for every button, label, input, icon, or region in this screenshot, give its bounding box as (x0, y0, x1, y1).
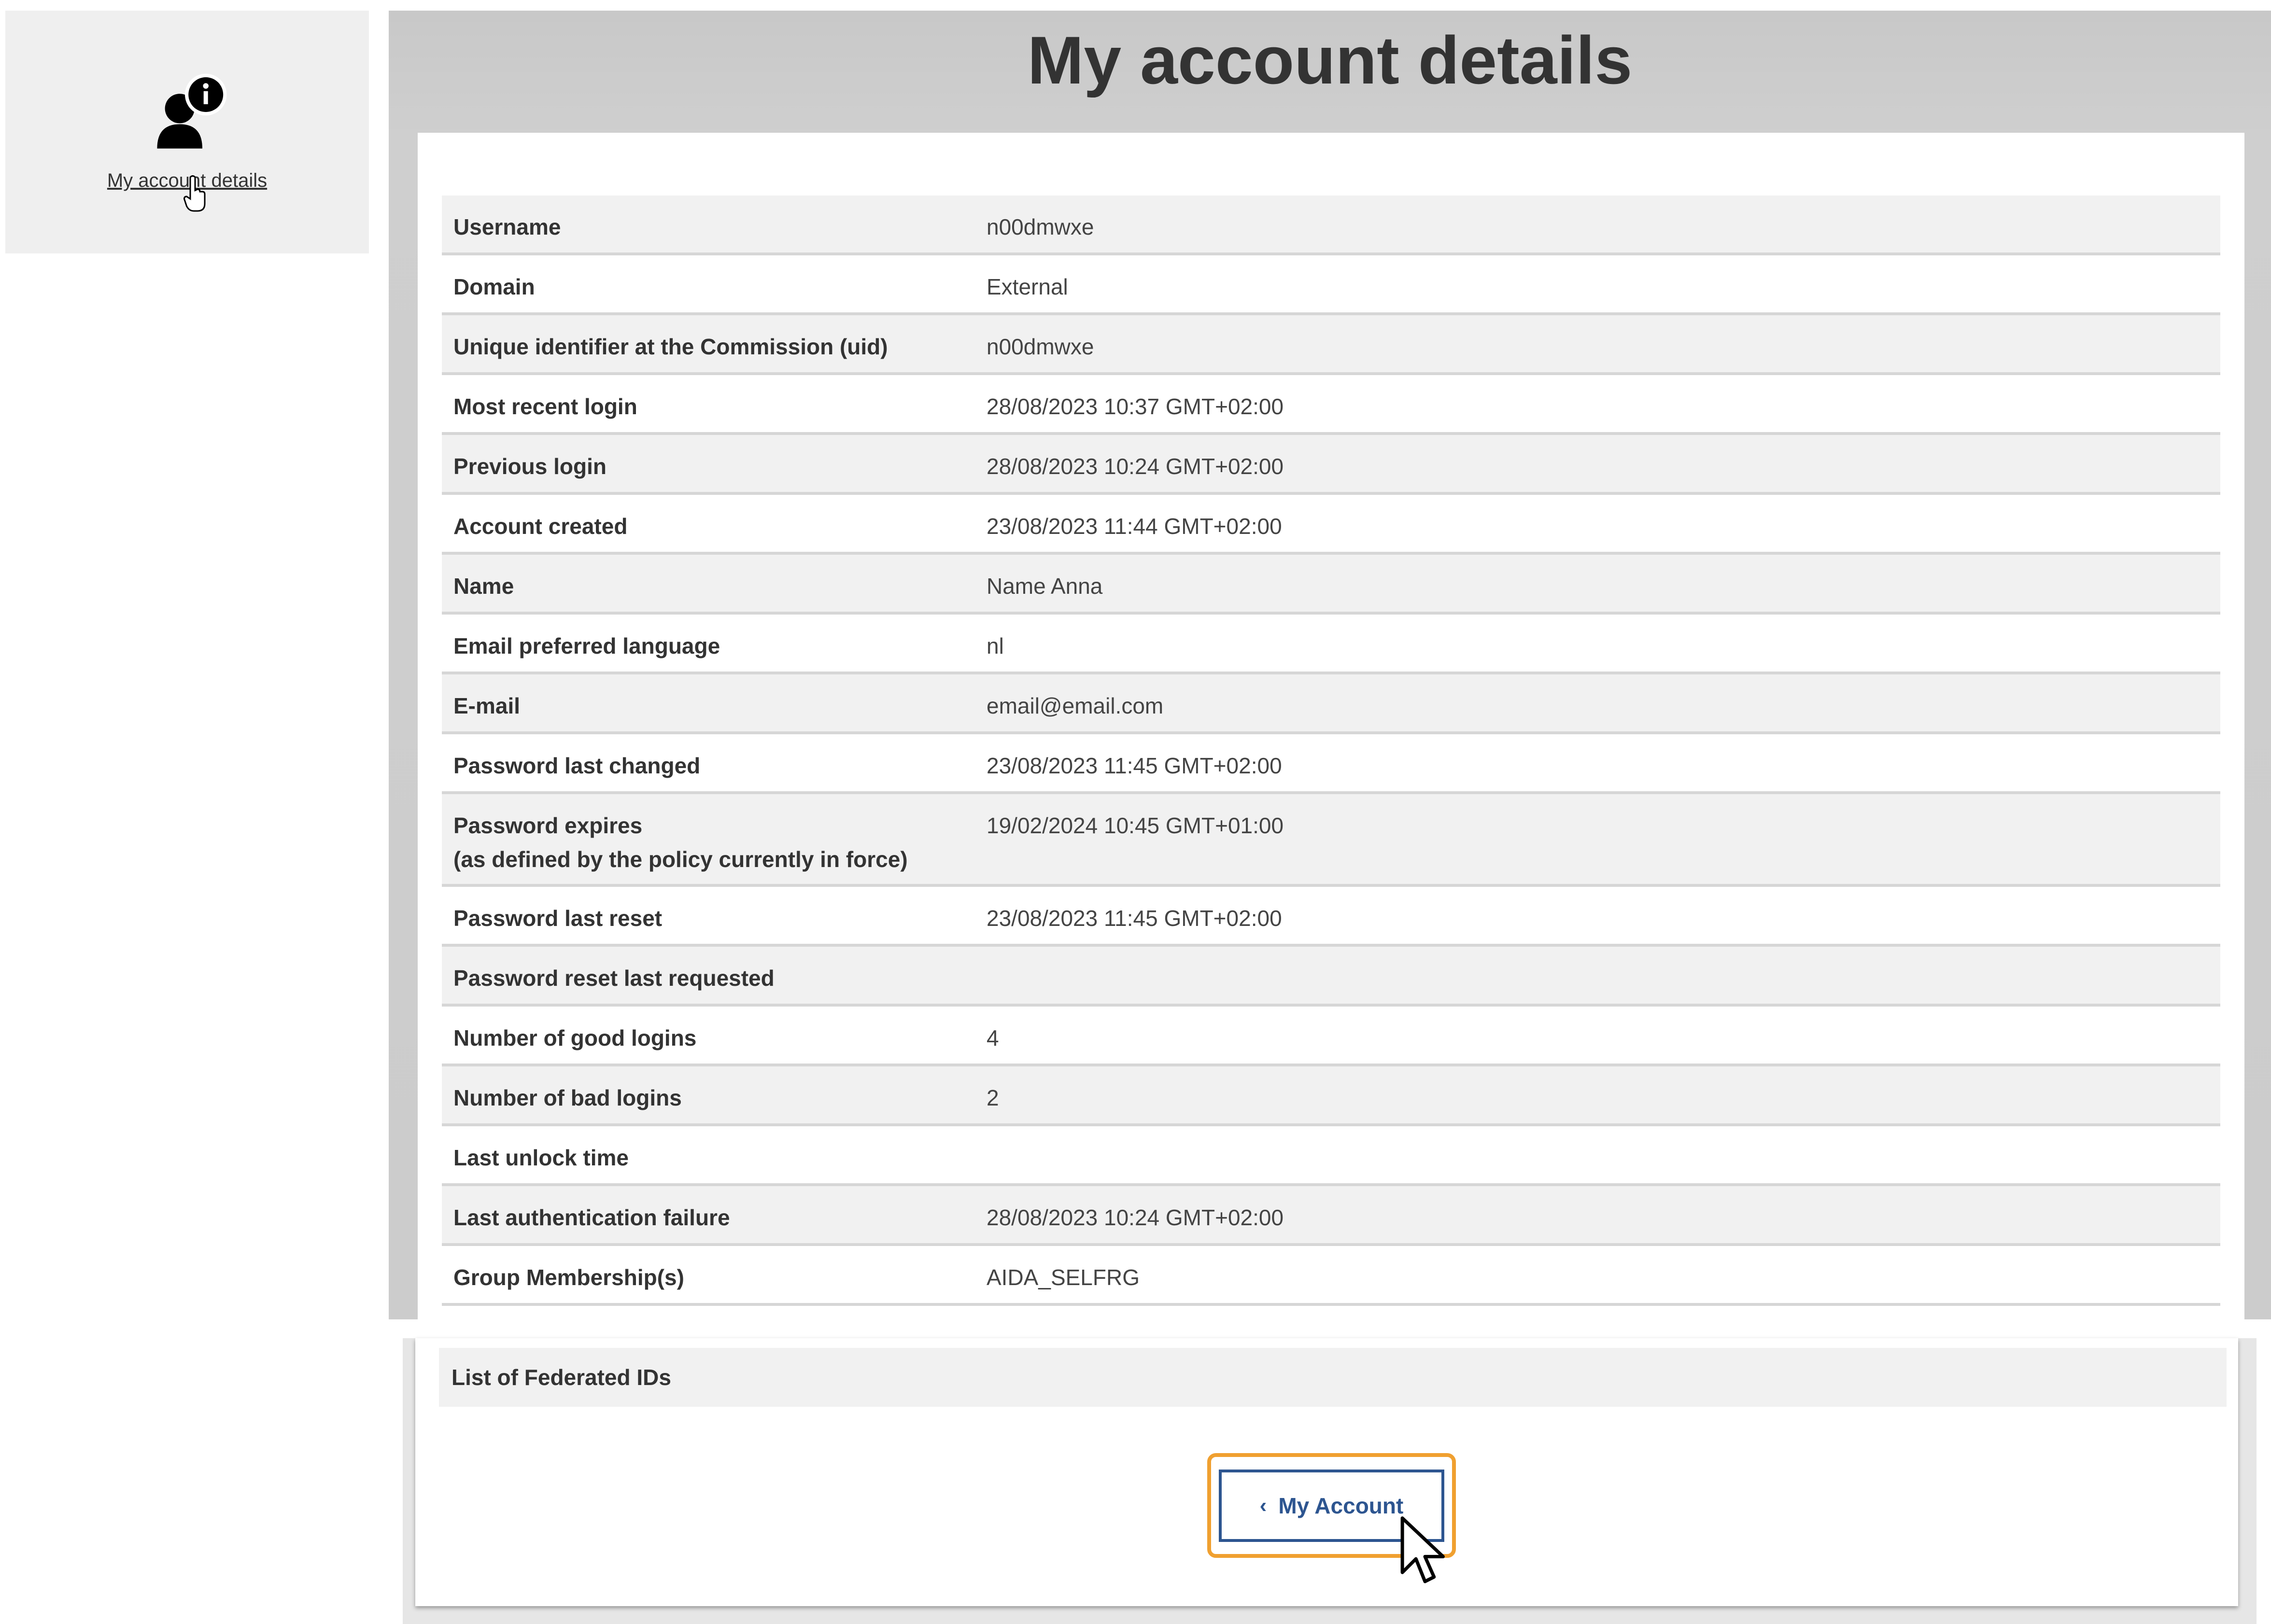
row-label: Number of good logins (453, 1025, 697, 1050)
table-row: Password reset last requested (442, 947, 2220, 1007)
row-value: nl (987, 633, 1004, 658)
row-value: 19/02/2024 10:45 GMT+01:00 (987, 813, 1284, 838)
row-label: Name (453, 574, 514, 599)
row-value: 23/08/2023 11:45 GMT+02:00 (987, 753, 1282, 778)
table-row: Number of good logins 4 (442, 1007, 2220, 1066)
row-value: 23/08/2023 11:44 GMT+02:00 (987, 514, 1282, 539)
table-row: Password last changed 23/08/2023 11:45 GM… (442, 734, 2220, 794)
user-info-icon (157, 73, 227, 149)
row-label: Previous login (453, 454, 607, 479)
row-value: 2 (987, 1085, 999, 1110)
row-value: email@email.com (987, 693, 1164, 718)
row-label: Password last reset (453, 906, 663, 931)
row-label: Username (453, 214, 561, 239)
row-value: AIDA_SELFRG (987, 1265, 1140, 1290)
row-label: E-mail (453, 693, 521, 718)
row-label: Number of bad logins (453, 1085, 682, 1110)
row-value: 28/08/2023 10:24 GMT+02:00 (987, 1205, 1284, 1230)
row-label: Group Membership(s) (453, 1265, 684, 1290)
table-row: Domain External (442, 255, 2220, 315)
row-value: n00dmwxe (987, 214, 1094, 239)
row-label: Account created (453, 514, 628, 539)
table-row: Unique identifier at the Commission (uid… (442, 315, 2220, 375)
row-label: Unique identifier at the Commission (uid… (453, 334, 888, 359)
row-label: Last authentication failure (453, 1205, 730, 1230)
federated-ids-row: List of Federated IDs (439, 1348, 2227, 1407)
row-value: 28/08/2023 10:24 GMT+02:00 (987, 454, 1284, 479)
table-row: Username n00dmwxe (442, 196, 2220, 255)
table-row: Name Name Anna (442, 555, 2220, 615)
table-row: E-mail email@email.com (442, 674, 2220, 734)
row-label: Last unlock time (453, 1145, 629, 1170)
row-value: External (987, 274, 1068, 299)
row-label: Password last changed (453, 753, 701, 778)
table-row: Last authentication failure 28/08/2023 10… (442, 1186, 2220, 1246)
page-title: My account details (1027, 22, 1633, 98)
my-account-button-label: My Account (1278, 1493, 1404, 1518)
row-value: 28/08/2023 10:37 GMT+02:00 (987, 394, 1284, 419)
row-value: n00dmwxe (987, 334, 1094, 359)
table-row: Group Membership(s) AIDA_SELFRG (442, 1246, 2220, 1306)
table-row: Most recent login 28/08/2023 10:37 GMT+02… (442, 375, 2220, 435)
row-value: Name Anna (987, 574, 1103, 599)
hand-cursor-icon (183, 175, 206, 212)
table-row: Email preferred language nl (442, 615, 2220, 674)
table-row: Password last reset 23/08/2023 11:45 GMT+… (442, 887, 2220, 947)
row-value: 23/08/2023 11:45 GMT+02:00 (987, 906, 1282, 931)
account-details-tile[interactable]: My account details (5, 11, 369, 253)
table-row: Number of bad logins 2 (442, 1066, 2220, 1126)
account-details-table: Username n00dmwxe Domain External Unique ide… (442, 196, 2220, 1306)
arrow-cursor-icon (1400, 1516, 1445, 1583)
table-row: Account created 23/08/2023 11:44 GMT+02:0… (442, 495, 2220, 555)
row-label: Email preferred language (453, 633, 720, 658)
row-label: Password expires (as defined by the poli… (453, 813, 908, 872)
row-label: Most recent login (453, 394, 637, 419)
row-value: 4 (987, 1025, 999, 1050)
row-label: Password reset last requested (453, 966, 775, 991)
chevron-left-icon: ‹ (1259, 1494, 1267, 1517)
row-label: Domain (453, 274, 535, 299)
table-row: Password expires (as defined by the poli… (442, 794, 2220, 887)
table-row: Last unlock time (442, 1126, 2220, 1186)
table-row: Previous login 28/08/2023 10:24 GMT+02:00 (442, 435, 2220, 495)
